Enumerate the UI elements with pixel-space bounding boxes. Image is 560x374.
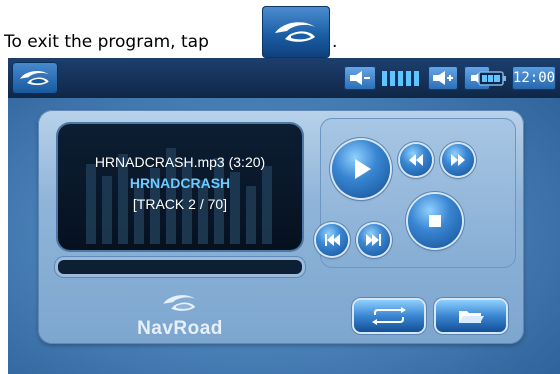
volume-up-icon: [433, 71, 453, 85]
next-track-button[interactable]: [358, 224, 390, 256]
instruction-period: .: [332, 32, 338, 52]
play-icon: [355, 159, 371, 179]
volume-down-button[interactable]: [344, 66, 376, 90]
open-folder-button[interactable]: [436, 300, 506, 332]
play-button[interactable]: [332, 140, 390, 198]
volume-level-icon: [382, 71, 419, 86]
stop-button[interactable]: [408, 194, 462, 248]
volume-level-indicator: [380, 66, 424, 90]
fast-forward-button[interactable]: [442, 144, 474, 176]
repeat-icon: [372, 307, 406, 325]
track-number: [TRACK 2 / 70]: [132, 196, 228, 212]
instruction-text: To exit the program, tap: [4, 32, 209, 52]
volume-down-icon: [350, 71, 370, 85]
volume-up-button[interactable]: [428, 66, 458, 90]
navroad-logo-icon: [163, 295, 196, 311]
navroad-logo-icon[interactable]: [12, 62, 58, 94]
rewind-button[interactable]: [400, 144, 432, 176]
battery-icon: [478, 71, 506, 86]
track-display: HRNADCRASH.mp3 (3:20) HRNADCRASH [TRACK …: [58, 124, 302, 250]
clock-display: 12:00: [512, 66, 556, 90]
track-title: HRNADCRASH: [129, 175, 231, 191]
repeat-button[interactable]: [354, 300, 424, 332]
navroad-logo-icon: [262, 6, 330, 58]
status-bar: 12:00: [8, 58, 560, 98]
next-track-icon: [366, 234, 381, 246]
brand-name: NavRoad: [137, 318, 223, 339]
previous-track-button[interactable]: [316, 224, 348, 256]
folder-icon: [459, 311, 484, 323]
brand-logo: NavRoad: [120, 290, 240, 340]
rewind-icon: [409, 154, 423, 166]
instruction-line: To exit the program, tap .: [2, 6, 560, 58]
stop-icon: [429, 215, 441, 227]
battery-indicator: [476, 66, 508, 90]
music-player-panel: HRNADCRASH.mp3 (3:20) HRNADCRASH [TRACK …: [38, 110, 524, 344]
device-screen: 12:00 HRNADCRASH.mp3 (3:20) HRNADCRASH […: [8, 58, 560, 374]
track-filename: HRNADCRASH.mp3 (3:20): [94, 154, 266, 170]
fast-forward-icon: [451, 154, 465, 166]
playback-progress-bar[interactable]: [58, 260, 302, 274]
previous-track-icon: [325, 234, 340, 246]
